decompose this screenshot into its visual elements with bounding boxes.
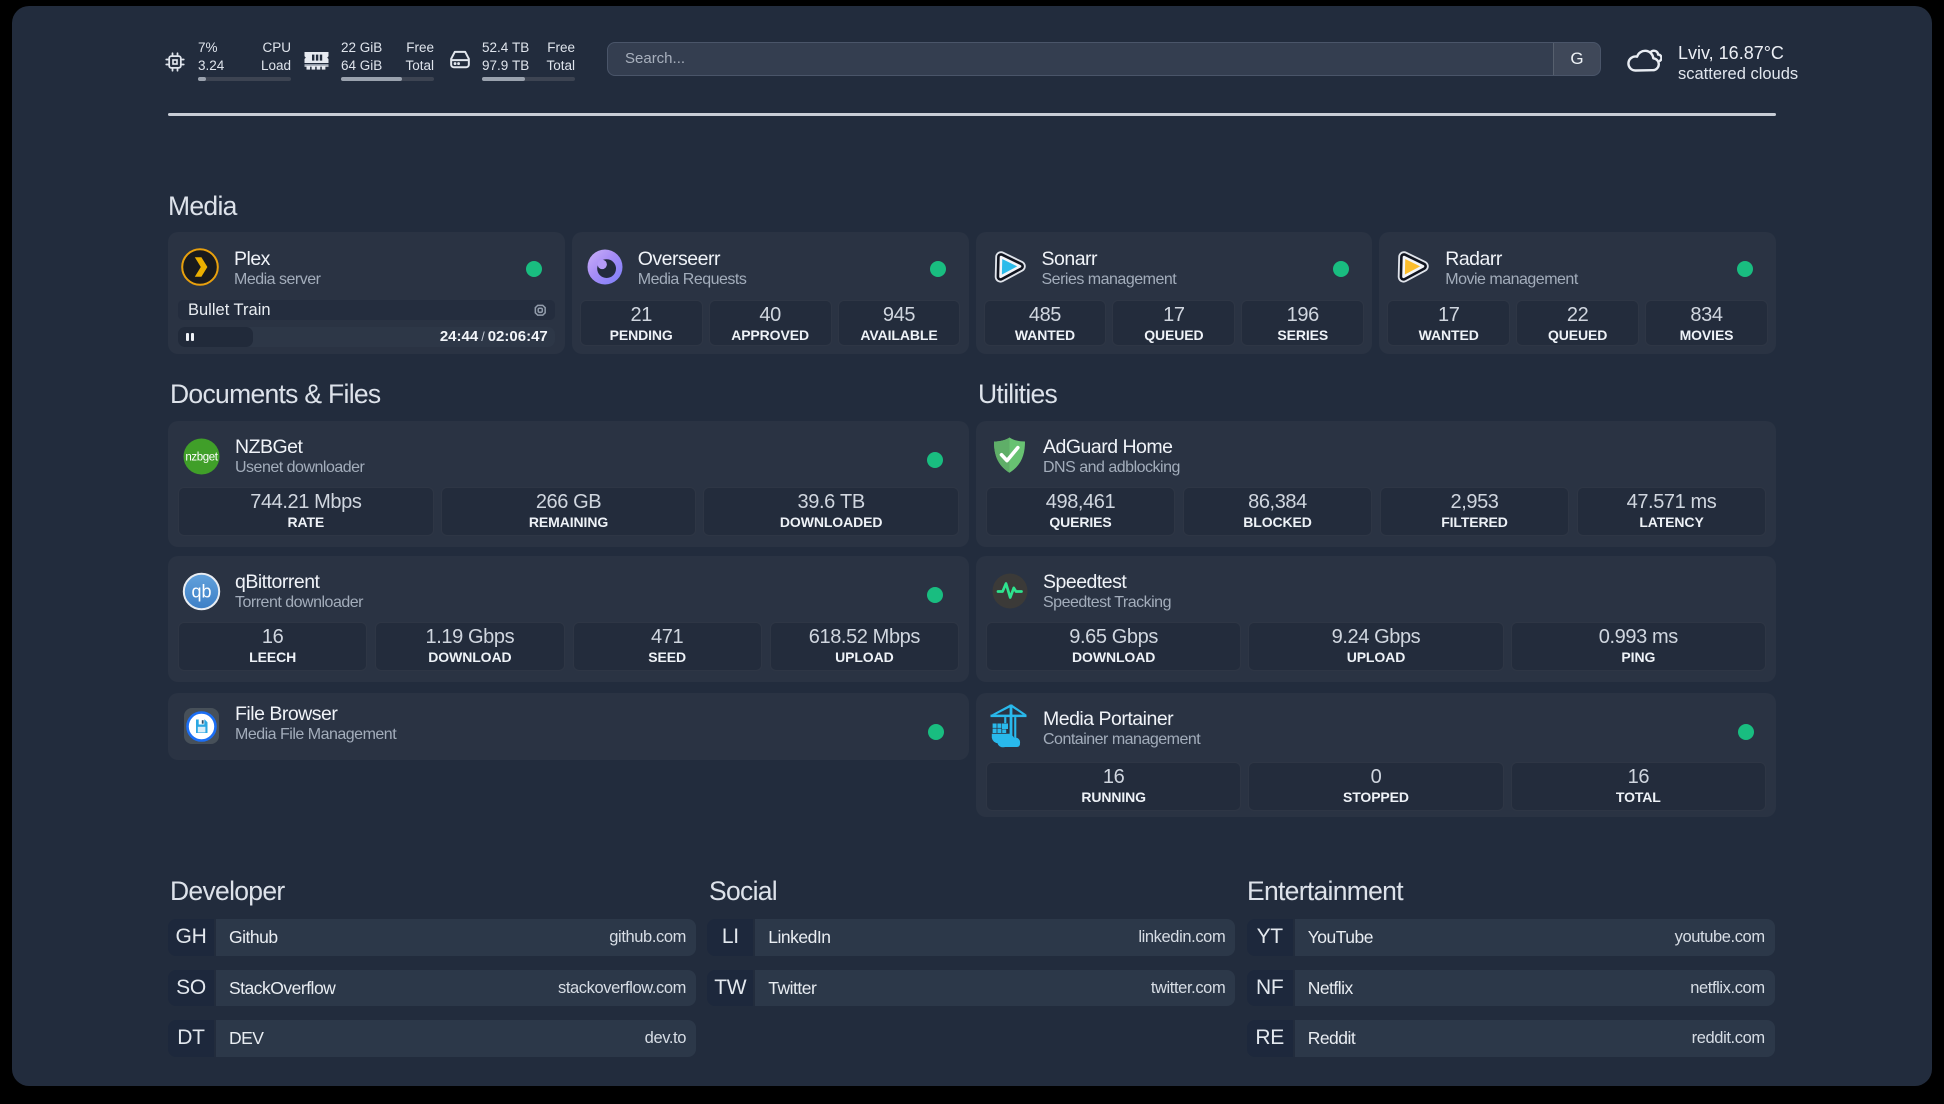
svg-text:nzbget: nzbget <box>185 452 218 464</box>
svg-text:qb: qb <box>191 582 211 602</box>
